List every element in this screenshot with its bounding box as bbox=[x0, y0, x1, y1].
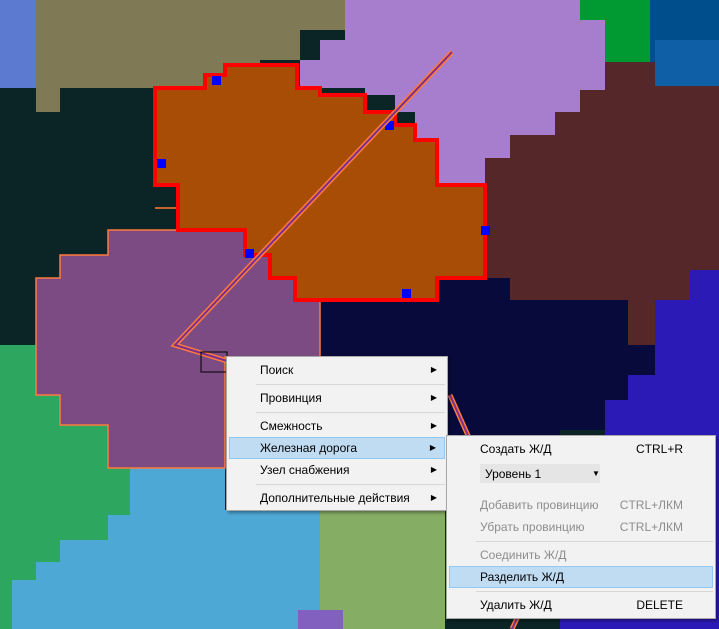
shortcut-text: DELETE bbox=[636, 598, 683, 612]
shortcut-text: CTRL+ЛКМ bbox=[619, 520, 683, 534]
province-blue-right[interactable] bbox=[655, 40, 719, 86]
menu-item-province[interactable]: Провинция ▶ bbox=[229, 387, 445, 409]
menu-item-create-railway[interactable]: Создать Ж/Д CTRL+R bbox=[449, 438, 713, 460]
menu-item-additional-actions[interactable]: Дополнительные действия ▶ bbox=[229, 487, 445, 509]
province-violet-small[interactable] bbox=[298, 610, 343, 629]
menu-item-label: Смежность bbox=[260, 419, 323, 433]
menu-item-adjacency[interactable]: Смежность ▶ bbox=[229, 415, 445, 437]
province-blue-corner[interactable] bbox=[0, 0, 36, 88]
railway-level-select[interactable]: Уровень 1 bbox=[480, 464, 600, 483]
shortcut-text: CTRL+R bbox=[635, 442, 683, 456]
handle-4[interactable] bbox=[481, 226, 490, 235]
menu-item-label: Провинция bbox=[260, 391, 322, 405]
dropdown-arrow-icon[interactable]: ▼ bbox=[592, 464, 600, 483]
menu-item-connect-railway[interactable]: Соединить Ж/Д bbox=[449, 544, 713, 566]
menu-item-label: Узел снабжения bbox=[260, 463, 350, 477]
shortcut-text: CTRL+ЛКМ bbox=[619, 498, 683, 512]
handle-2[interactable] bbox=[157, 159, 166, 168]
menu-item-label: Разделить Ж/Д bbox=[480, 570, 564, 584]
menu-item-label: Создать Ж/Д bbox=[480, 442, 552, 456]
submenu-arrow-icon: ▶ bbox=[430, 421, 437, 430]
menu-item-label: Железная дорога bbox=[260, 441, 358, 455]
menu-item-delete-railway[interactable]: Удалить Ж/Д DELETE bbox=[449, 594, 713, 616]
menu-separator bbox=[476, 541, 713, 542]
menu-item-label: Дополнительные действия bbox=[260, 491, 410, 505]
menu-item-split-railway[interactable]: Разделить Ж/Д bbox=[449, 566, 713, 588]
menu-item-label: Добавить провинцию bbox=[480, 498, 599, 512]
menu-item-remove-province[interactable]: Убрать провинцию CTRL+ЛКМ bbox=[449, 516, 713, 538]
submenu-arrow-icon: ▶ bbox=[430, 365, 437, 374]
menu-item-railway[interactable]: Железная дорога ▶ bbox=[229, 437, 445, 459]
handle-1[interactable] bbox=[212, 76, 221, 85]
handle-5[interactable] bbox=[402, 289, 411, 298]
submenu-arrow-icon: ▶ bbox=[430, 465, 437, 474]
menu-separator bbox=[476, 591, 713, 592]
menu-item-add-province[interactable]: Добавить провинцию CTRL+ЛКМ bbox=[449, 494, 713, 516]
menu-item-label: Убрать провинцию bbox=[480, 520, 585, 534]
context-menu: Поиск ▶ Провинция ▶ Смежность ▶ Железная… bbox=[226, 356, 448, 511]
submenu-arrow-icon: ▶ bbox=[430, 393, 437, 402]
submenu-arrow-icon: ▶ bbox=[430, 493, 437, 502]
railway-level-value: Уровень 1 bbox=[485, 467, 542, 481]
menu-separator bbox=[256, 384, 445, 385]
menu-item-label: Соединить Ж/Д bbox=[480, 548, 567, 562]
menu-item-label: Поиск bbox=[260, 363, 294, 377]
menu-separator bbox=[256, 412, 445, 413]
menu-separator bbox=[256, 484, 445, 485]
railway-submenu: Создать Ж/Д CTRL+R Уровень 1 ▼ Добавить … bbox=[446, 435, 716, 619]
handle-6[interactable] bbox=[245, 249, 254, 258]
menu-item-supply-node[interactable]: Узел снабжения ▶ bbox=[229, 459, 445, 481]
menu-item-label: Удалить Ж/Д bbox=[480, 598, 552, 612]
submenu-arrow-icon: ▶ bbox=[429, 443, 436, 452]
menu-item-search[interactable]: Поиск ▶ bbox=[229, 359, 445, 381]
